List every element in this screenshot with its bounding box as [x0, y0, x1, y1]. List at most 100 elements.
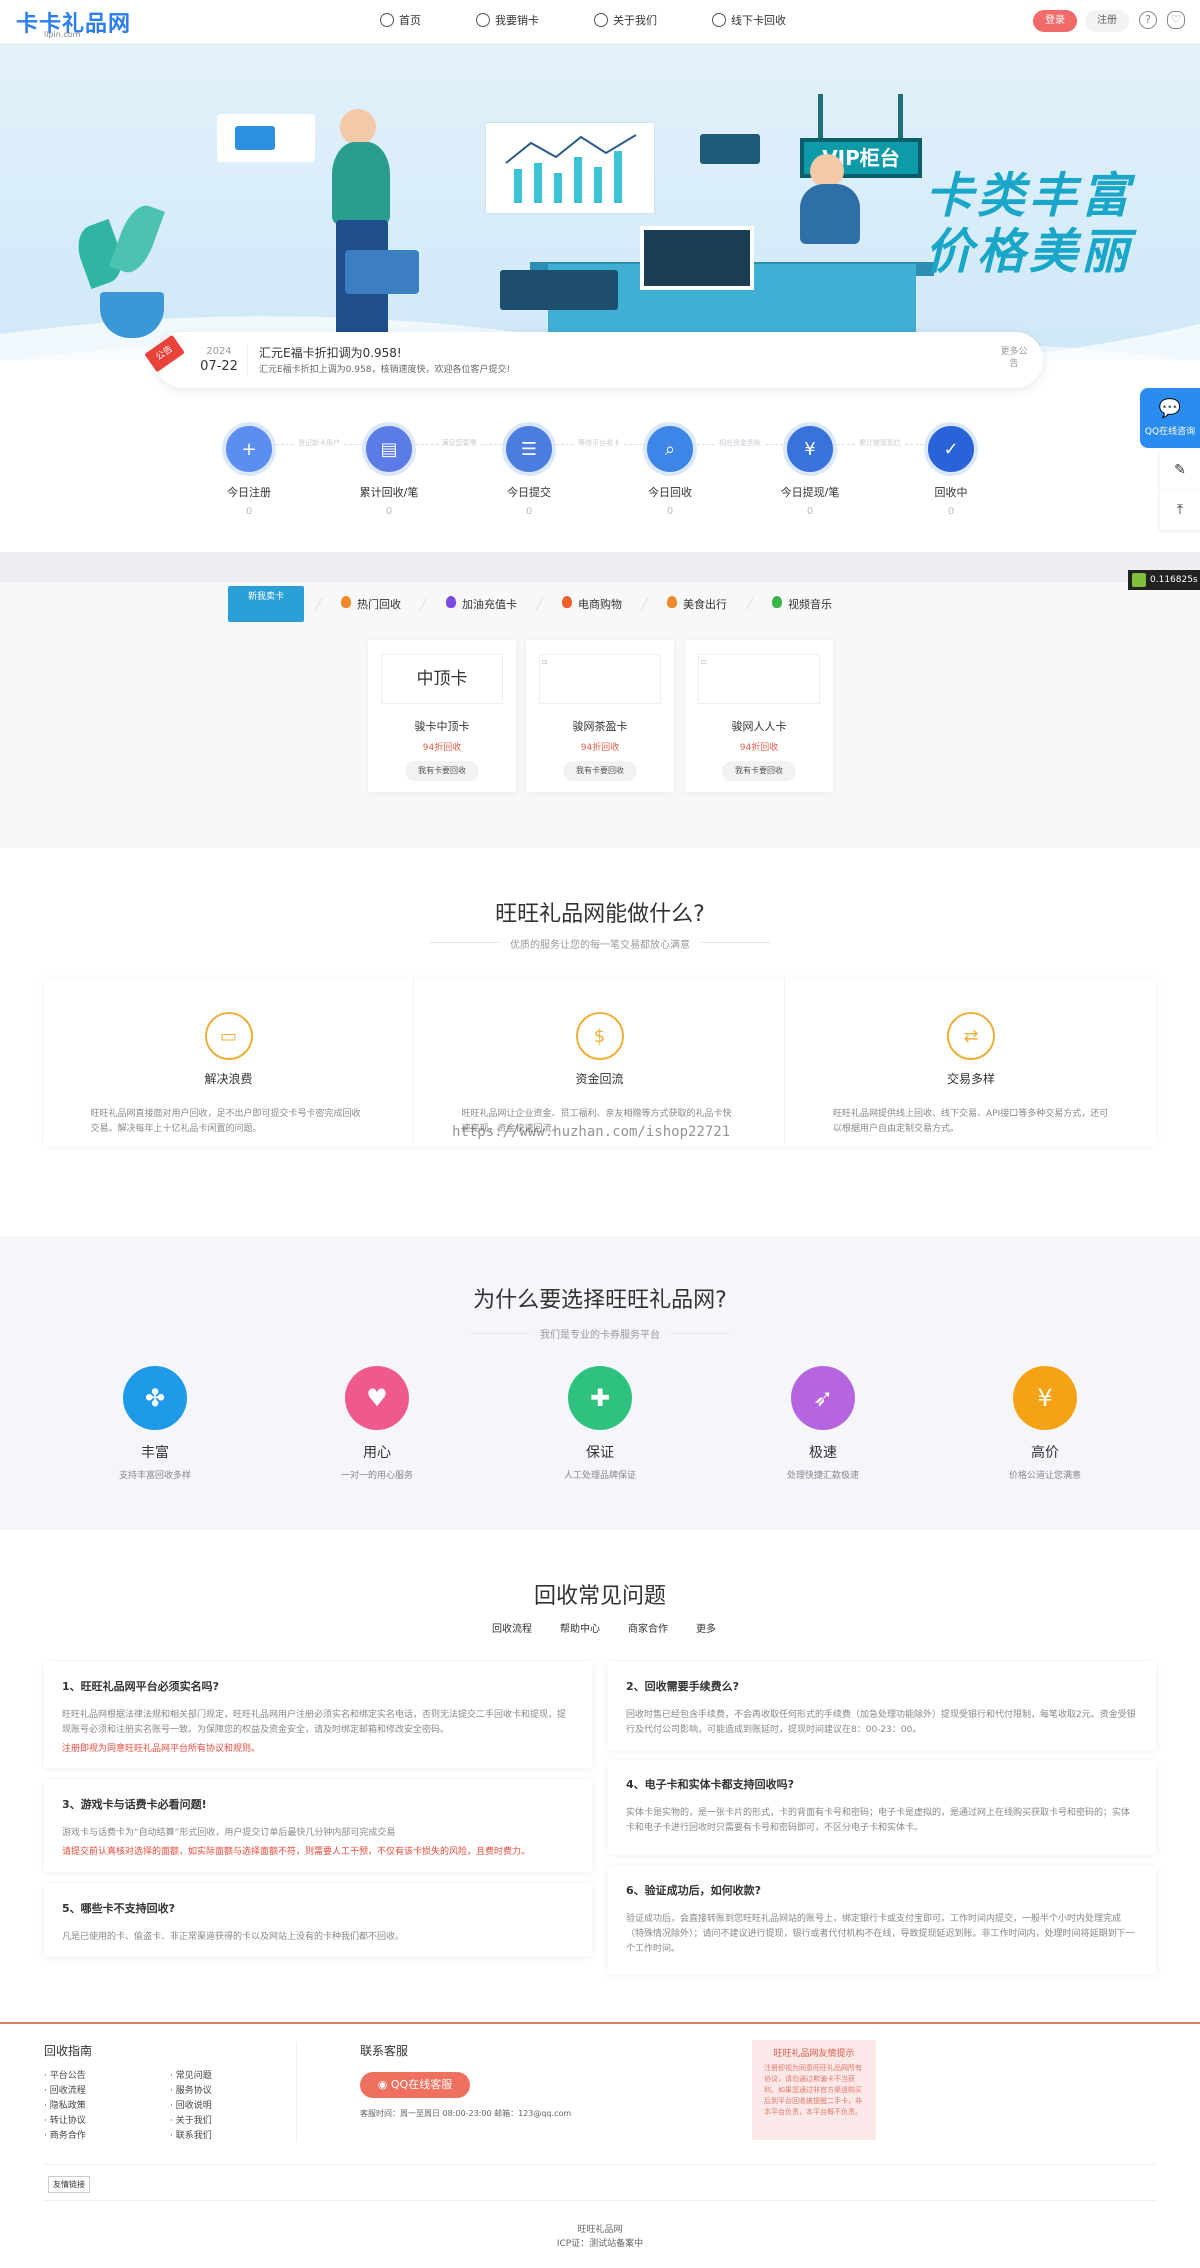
footer-guide-title: 回收指南	[44, 2044, 93, 2058]
product-rate: 94折回收	[739, 743, 779, 753]
divider	[44, 2164, 1156, 2165]
recycle-button[interactable]: 我有卡要回收	[405, 761, 479, 781]
notice-date: 07-22	[200, 359, 238, 374]
nav-home[interactable]: 首页	[380, 12, 421, 28]
faq-card[interactable]: 1、旺旺礼品网平台必须实名吗? 旺旺礼品网根据法律法规和相关部门规定，旺旺礼品网…	[44, 1662, 592, 1768]
stat-today-recycle: ⌕ 今日回收 0	[620, 422, 720, 517]
tab-hot-recycle[interactable]: 热门回收	[314, 596, 427, 611]
footer-link[interactable]: · 联系我们	[170, 2128, 212, 2141]
footer-icp: ICP证：测试站备案中	[556, 2239, 644, 2249]
footer-contact-title: 联系客服	[360, 2044, 409, 2058]
credit-card-bubble	[217, 114, 315, 162]
tab-recycle-flow[interactable]: 回收流程	[478, 1620, 546, 1635]
heart-icon: ♥	[345, 1366, 409, 1430]
broken-image-icon: ▫	[698, 654, 820, 704]
qq-service-button[interactable]: ◉ QQ在线客服	[360, 2072, 470, 2098]
nav-about[interactable]: 关于我们	[594, 12, 657, 28]
footer-link[interactable]: · 商务合作	[44, 2128, 86, 2141]
cash-bubble	[700, 134, 760, 164]
monitor	[640, 226, 754, 290]
divider	[296, 2042, 297, 2142]
chart-board	[485, 122, 655, 214]
contact-info: 客服时间：周一至周日 08:00-23:00 邮箱：123@qq.com	[360, 2109, 572, 2118]
feature-item: ⇄ 交易多样 旺旺礼品网提供线上回收、线下交易、API接口等多种交易方式，还可以…	[786, 978, 1156, 1146]
footer-link[interactable]: · 回收流程	[44, 2083, 86, 2096]
recycle-button[interactable]: 我有卡要回收	[563, 761, 637, 781]
tab-video-music[interactable]: 视频音乐	[745, 596, 858, 611]
info-icon	[594, 13, 608, 27]
stat-recycling: ✓ 回收中 0	[901, 422, 1001, 517]
bar-chart-icon	[505, 134, 637, 203]
money-cycle-icon: $	[575, 1012, 624, 1060]
flame-icon	[562, 596, 572, 608]
footer-link[interactable]: · 服务协议	[170, 2083, 212, 2096]
why-item: ¥ 高价 价格公道让您满意	[965, 1366, 1125, 1481]
clerk-head	[810, 154, 844, 188]
person-body	[332, 142, 390, 224]
section-subtitle-what: 优质的服务让您的每一笔交易都放心满意	[510, 940, 690, 951]
footer-link[interactable]: · 平台公告	[44, 2068, 86, 2081]
faq-card[interactable]: 6、验证成功后，如何收款? 验证成功后，会直接转账到您旺旺礼品网站的账号上，绑定…	[608, 1866, 1156, 1974]
watermark: https://www.huzhan.com/ishop22721	[452, 1124, 731, 1140]
login-button[interactable]: 登录	[1033, 10, 1077, 32]
notice-text: 汇元E福卡折扣上调为0.958，核销速度快，欢迎各位客户提交!	[259, 365, 511, 375]
flame-icon	[667, 596, 677, 608]
tab-fuel-card[interactable]: 加油充值卡	[419, 596, 543, 611]
why-item: ♥ 用心 一对一的用心服务	[297, 1366, 457, 1481]
faq-card[interactable]: 2、回收需要手续费么? 回收时售已经包含手续费，不会再收取任何形式的手续费（加急…	[608, 1662, 1156, 1750]
help-icon[interactable]: ?	[1139, 11, 1157, 29]
qq-icon: ◉	[377, 2078, 391, 2091]
blurred-strip	[0, 552, 1200, 582]
notice-bar[interactable]: 公告 2024 07-22 汇元E福卡折扣调为0.958! 汇元E福卡折扣上调为…	[144, 332, 1043, 388]
notice-more-link[interactable]: 更多公告	[1000, 346, 1028, 370]
faq-card[interactable]: 3、游戏卡与话费卡必看问题! 游戏卡与话费卡为“自动结算”形式回收，用户提交订单…	[44, 1780, 592, 1872]
tab-help-center[interactable]: 帮助中心	[546, 1620, 614, 1635]
footer-link[interactable]: · 隐私政策	[44, 2098, 86, 2111]
tab-business[interactable]: 商家合作	[614, 1620, 682, 1635]
keyboard-panel	[500, 270, 618, 310]
why-item: ➶ 极速 处理快捷汇款极速	[743, 1366, 903, 1481]
product-card[interactable]: 中顶卡 骏卡中顶卡 94折回收 我有卡要回收	[368, 640, 516, 792]
rocket-icon: ➶	[791, 1366, 855, 1430]
footer-link[interactable]: · 转让协议	[44, 2113, 86, 2126]
site-logo-sub: lipin.com	[44, 30, 81, 39]
qq-consult-float[interactable]: 💬 QQ在线咨询	[1140, 388, 1200, 448]
tab-ecommerce[interactable]: 电商购物	[535, 596, 648, 611]
stat-today-submit: ☰ 今日提交 0	[479, 422, 579, 517]
nav-sell-card[interactable]: 我要销卡	[476, 12, 539, 28]
recycle-button[interactable]: 我有卡要回收	[722, 761, 796, 781]
faq-card[interactable]: 5、哪些卡不支持回收? 凡是已使用的卡、偷盗卡、非正常渠道获得的卡以及网站上没有…	[44, 1884, 592, 1956]
briefcase	[345, 250, 419, 294]
notice-year: 2024	[206, 346, 232, 357]
person-head	[340, 109, 376, 145]
product-card[interactable]: ▫ 骏网茶盈卡 94折回收 我有卡要回收	[526, 640, 674, 792]
clerk-body	[800, 184, 860, 244]
footer-link[interactable]: · 回收说明	[170, 2098, 212, 2111]
card-icon: ▭	[204, 1012, 253, 1060]
document-icon: ☰	[502, 422, 556, 476]
tab-more[interactable]: 更多	[682, 1620, 730, 1635]
nav-offline[interactable]: 线下卡回收	[712, 12, 786, 28]
exchange-icon: ⇄	[947, 1012, 995, 1060]
back-to-top-icon[interactable]: ⤒	[1160, 490, 1200, 530]
notice-title[interactable]: 汇元E福卡折扣调为0.958!	[245, 344, 402, 361]
flame-icon	[772, 596, 782, 608]
footer-link[interactable]: · 常见问题	[170, 2068, 212, 2081]
product-card[interactable]: ▫ 骏网人人卡 94折回收 我有卡要回收	[685, 640, 833, 792]
flame-icon	[341, 596, 351, 608]
footer-link[interactable]: · 关于我们	[170, 2113, 212, 2126]
divider	[44, 2200, 1156, 2201]
footer-site-name: 旺旺礼品网	[577, 2225, 623, 2235]
section-subtitle-why: 我们是专业的卡券服务平台	[540, 1330, 660, 1341]
friend-links-button[interactable]: 友情链接	[48, 2176, 90, 2193]
faq-card[interactable]: 4、电子卡和实体卡都支持回收吗? 实体卡是实物的，是一张卡片的形式，卡的背面有卡…	[608, 1760, 1156, 1854]
register-button[interactable]: 注册	[1085, 10, 1129, 32]
product-name: 骏卡中顶卡	[414, 720, 470, 733]
edit-icon[interactable]: ✎	[1160, 450, 1200, 490]
clover-icon: ✤	[123, 1366, 187, 1430]
category-tabs: 新我卖卡 热门回收 加油充值卡 电商购物 美食出行 视频音乐	[228, 586, 858, 622]
shield-icon: ✚	[568, 1366, 632, 1430]
favorite-icon[interactable]: ♡	[1167, 11, 1185, 29]
yen-icon: ¥	[1013, 1366, 1077, 1430]
tab-food-travel[interactable]: 美食出行	[640, 596, 753, 611]
